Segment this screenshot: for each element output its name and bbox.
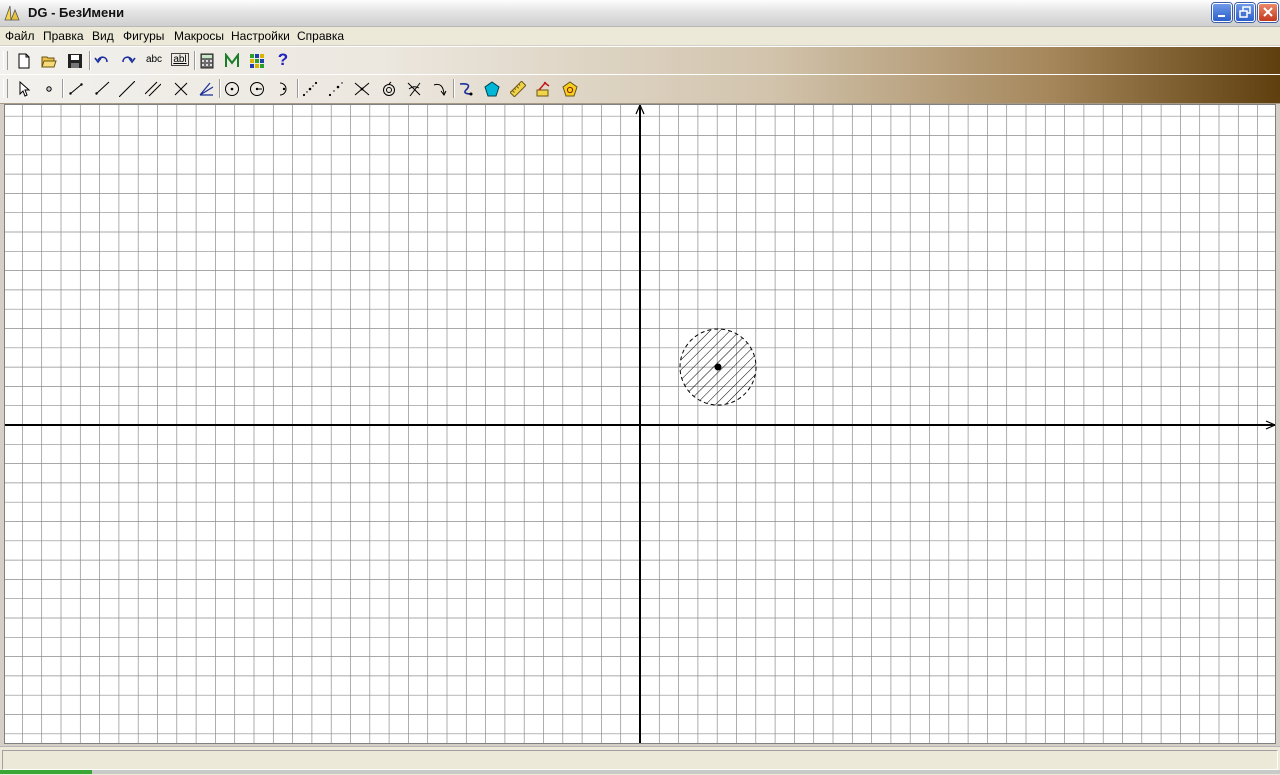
help-button[interactable]: ?: [272, 50, 294, 72]
line-tool-button[interactable]: [116, 78, 138, 100]
circle-icon: [225, 82, 239, 96]
macro-m-icon: [225, 53, 239, 67]
main-toolbar: abc abl ?: [0, 46, 1280, 75]
redo-button[interactable]: [117, 50, 139, 72]
select-arrow-icon: [19, 81, 31, 97]
drawing-canvas[interactable]: [4, 104, 1276, 744]
trace-tool-button[interactable]: [455, 78, 477, 100]
undo-icon: [94, 56, 108, 64]
pentagon-tool-icon: [562, 81, 578, 97]
select-tool-button[interactable]: [13, 78, 35, 100]
circle-center-point[interactable]: [714, 363, 722, 371]
bisector-icon: [199, 82, 214, 96]
compass-tool-button[interactable]: [378, 78, 400, 100]
edit-text-icon: abl: [171, 53, 189, 66]
window-title: DG - БезИмени: [28, 5, 125, 20]
tools-toolbar: [0, 74, 1280, 104]
animation-icon: [536, 81, 550, 97]
midpoint-icon: [302, 81, 318, 97]
circle-radius-tool-button[interactable]: [246, 78, 268, 100]
app-logo-icon: [4, 5, 20, 21]
menu-help[interactable]: Справка: [297, 29, 344, 43]
save-icon: [68, 54, 82, 68]
label-text-icon: abc: [145, 54, 163, 65]
point-tool-button[interactable]: [38, 78, 60, 100]
menu-bar: Файл Правка Вид Фигуры Макросы Настройки…: [0, 27, 1280, 45]
turn-tool-button[interactable]: [429, 78, 451, 100]
status-panel: [2, 750, 1278, 770]
reflect-icon: [407, 82, 421, 97]
menu-settings[interactable]: Настройки: [231, 29, 290, 43]
color-grid-icon: [250, 54, 264, 68]
turn-icon: [433, 83, 447, 96]
polygon-icon: [484, 81, 500, 97]
help-icon: ?: [277, 50, 289, 69]
intersection-icon: [354, 82, 370, 96]
start-button-edge[interactable]: [0, 770, 92, 774]
save-button[interactable]: [64, 50, 86, 72]
calculator-button[interactable]: [196, 50, 218, 72]
arc-tool-button[interactable]: [273, 78, 295, 100]
redo-icon: [122, 56, 136, 64]
pentagon-tool-button[interactable]: [559, 78, 581, 100]
open-folder-icon: [41, 56, 57, 68]
point-on-object-tool-button[interactable]: [325, 78, 347, 100]
close-button[interactable]: [1258, 3, 1278, 22]
open-file-button[interactable]: [38, 50, 60, 72]
drawing-area[interactable]: [5, 105, 1275, 743]
edit-text-button[interactable]: abl: [169, 50, 191, 72]
point-on-object-icon: [328, 82, 343, 97]
menu-edit[interactable]: Правка: [43, 29, 84, 43]
measure-icon: [510, 81, 526, 97]
segment-tool-button[interactable]: [65, 78, 87, 100]
bisector-tool-button[interactable]: [195, 78, 217, 100]
parallel-tool-button[interactable]: [142, 78, 164, 100]
polygon-tool-button[interactable]: [481, 78, 503, 100]
measure-tool-button[interactable]: [507, 78, 529, 100]
menu-figures[interactable]: Фигуры: [123, 29, 164, 43]
compass-icon: [383, 81, 395, 96]
macro-button[interactable]: [221, 50, 243, 72]
ray-icon: [95, 81, 110, 95]
point-icon: [46, 86, 52, 92]
line-icon: [119, 81, 135, 97]
taskbar-strip: [0, 770, 1280, 774]
intersection-tool-button[interactable]: [351, 78, 373, 100]
perpendicular-tool-button[interactable]: [170, 78, 192, 100]
undo-button[interactable]: [91, 50, 113, 72]
minimize-button[interactable]: [1212, 3, 1232, 22]
menu-view[interactable]: Вид: [92, 29, 114, 43]
trace-icon: [459, 83, 473, 96]
arc-icon: [279, 82, 287, 96]
toolbar-grip[interactable]: [3, 79, 8, 98]
menu-file[interactable]: Файл: [5, 29, 35, 43]
midpoint-tool-button[interactable]: [299, 78, 321, 100]
circle-tool-button[interactable]: [221, 78, 243, 100]
toolbar-separator: [62, 79, 64, 98]
parallel-icon: [145, 81, 161, 97]
new-file-button[interactable]: [13, 50, 35, 72]
circle-radius-icon: [250, 82, 264, 96]
color-grid-button[interactable]: [246, 50, 268, 72]
new-file-icon: [18, 53, 30, 69]
title-bar: DG - БезИмени: [0, 0, 1280, 27]
animation-tool-button[interactable]: [533, 78, 555, 100]
toolbar-grip[interactable]: [3, 51, 8, 70]
restore-icon: [1239, 6, 1251, 18]
calculator-icon: [200, 53, 214, 69]
reflect-tool-button[interactable]: [403, 78, 425, 100]
restore-button[interactable]: [1235, 3, 1255, 22]
close-icon: [1263, 7, 1273, 17]
menu-macros[interactable]: Макросы: [174, 29, 224, 43]
perpendicular-icon: [174, 82, 188, 96]
minimize-icon: [1218, 15, 1225, 17]
label-text-button[interactable]: abc: [143, 50, 165, 72]
ray-tool-button[interactable]: [91, 78, 113, 100]
segment-icon: [69, 83, 83, 95]
